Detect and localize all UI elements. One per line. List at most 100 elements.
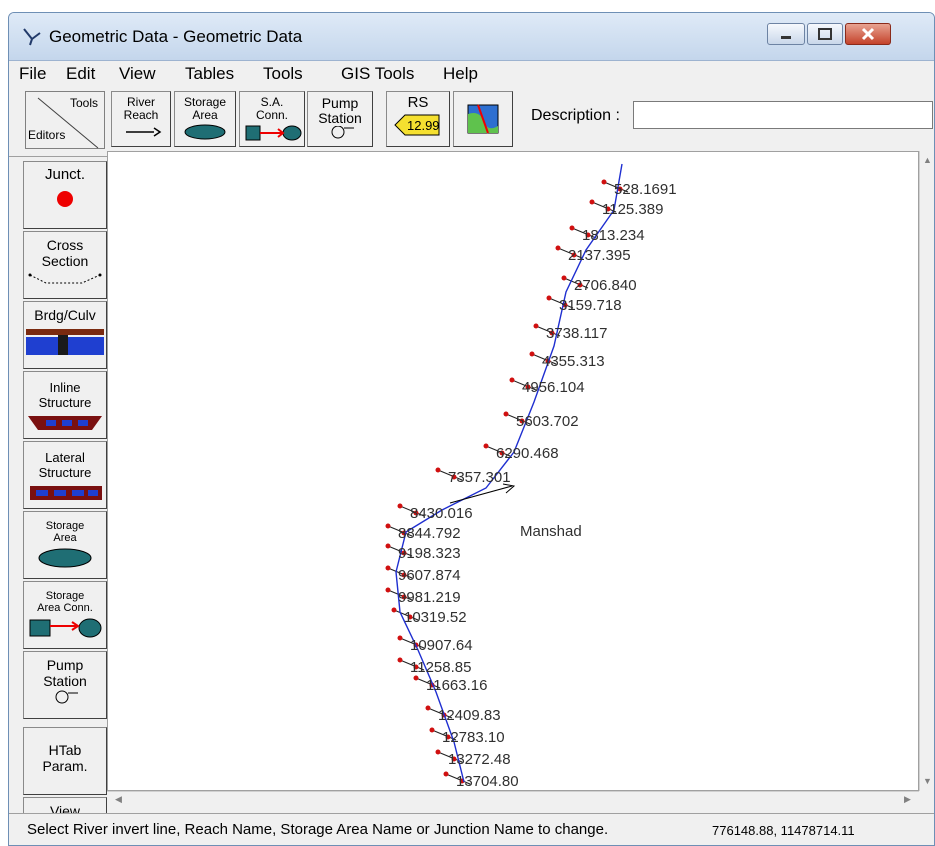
sa-conn-button[interactable]: S.A. Conn. <box>239 91 305 147</box>
cross-section-label[interactable]: 10907.64 <box>410 637 473 654</box>
cross-section-label[interactable]: 8844.792 <box>398 525 461 542</box>
minimize-button[interactable] <box>767 23 805 45</box>
rs-label: RS <box>407 94 429 111</box>
storage-area-conn-button[interactable]: Storage Area Conn. <box>23 581 107 649</box>
flow-direction-arrow <box>449 485 513 504</box>
cross-section-label[interactable]: 10319.52 <box>404 609 467 626</box>
cross-section-label[interactable]: 2137.395 <box>568 247 631 264</box>
bridge-culvert-button[interactable]: Brdg/Culv <box>23 301 107 369</box>
cross-section-label[interactable]: 9607.874 <box>398 567 461 584</box>
menu-tables[interactable]: Tables <box>185 64 234 84</box>
bank-station-point <box>413 675 419 681</box>
vertical-scrollbar[interactable]: ▲ ▼ <box>919 151 934 791</box>
menu-file[interactable]: File <box>19 64 46 84</box>
cross-section-label[interactable]: 11663.16 <box>426 677 487 694</box>
cross-section-label[interactable]: 7357.301 <box>448 469 511 486</box>
storage-area-side-button[interactable]: Storage Area <box>23 511 107 579</box>
description-input[interactable] <box>633 101 933 129</box>
bank-station-point <box>443 771 449 777</box>
background-map-button[interactable] <box>453 91 513 147</box>
status-message: Select River invert line, Reach Name, St… <box>27 821 609 838</box>
scroll-left-icon[interactable]: ◀ <box>111 792 126 807</box>
bridge-culvert-label: Brdg/Culv <box>34 307 96 323</box>
cross-section-label[interactable]: 12409.83 <box>438 707 501 724</box>
bank-station-point <box>529 351 535 357</box>
geometric-data-window: Geometric Data - Geometric Data File Edi… <box>8 12 935 846</box>
arrow-right-icon <box>126 127 162 137</box>
bank-station-point <box>483 443 489 449</box>
river-reach-button[interactable]: River Reach <box>111 91 171 147</box>
cross-section-label[interactable]: 4355.313 <box>542 353 605 370</box>
tools-editors-toggle[interactable]: Tools Editors <box>25 91 105 149</box>
cross-section-label[interactable]: 4956.104 <box>522 379 585 396</box>
cross-section-label[interactable]: 528.1691 <box>614 181 677 198</box>
menu-view[interactable]: View <box>119 64 156 84</box>
storage-area-icon <box>184 124 226 140</box>
cross-section-label[interactable]: 13272.48 <box>448 751 511 768</box>
bank-station-point <box>569 225 575 231</box>
cross-section-label[interactable]: 1813.234 <box>582 227 645 244</box>
cross-section-label[interactable]: 3738.117 <box>546 325 607 342</box>
cross-section-label[interactable]: 12783.10 <box>442 729 505 746</box>
cross-section-label[interactable]: 13704.80 <box>456 773 519 790</box>
pump-icon <box>331 125 354 139</box>
description-label: Description : <box>531 107 620 124</box>
sa-conn-label: S.A. Conn. <box>255 95 289 122</box>
bank-station-point <box>533 323 539 329</box>
cross-section-label[interactable]: 6290.468 <box>496 445 559 462</box>
cross-section-label[interactable]: 9198.323 <box>398 545 461 562</box>
window-title: Geometric Data - Geometric Data <box>49 27 303 46</box>
junction-button[interactable]: Junct. <box>23 161 107 229</box>
menu-help[interactable]: Help <box>443 64 478 84</box>
bank-station-point <box>509 377 515 383</box>
cross-section-label[interactable]: 2706.840 <box>574 277 637 294</box>
horizontal-scrollbar[interactable]: ◀ ▶ <box>107 791 919 808</box>
cross-section-icon <box>28 273 102 284</box>
bank-station-point <box>589 199 595 205</box>
cross-section-label[interactable]: 1125.389 <box>602 201 663 218</box>
maximize-button[interactable] <box>807 23 843 45</box>
cross-section-label: Cross Section <box>41 237 89 269</box>
app-icon <box>23 28 41 46</box>
junction-icon <box>57 191 73 207</box>
menu-gis-tools[interactable]: GIS Tools <box>341 64 414 84</box>
bank-station-point <box>385 565 391 571</box>
bank-station-point <box>435 467 441 473</box>
pump-station-side-button[interactable]: Pump Station <box>23 651 107 719</box>
pump-station-button[interactable]: Pump Station <box>307 91 373 147</box>
reach-name-label[interactable]: Manshad <box>520 523 582 540</box>
cross-section-label[interactable]: 8430.016 <box>410 505 473 522</box>
inline-structure-button[interactable]: Inline Structure <box>23 371 107 439</box>
pump-station-label: Pump Station <box>318 95 362 126</box>
menu-edit[interactable]: Edit <box>66 64 95 84</box>
scroll-up-icon[interactable]: ▲ <box>920 153 934 168</box>
rs-button[interactable]: RS 12.99 <box>386 91 450 147</box>
bank-station-point <box>385 587 391 593</box>
cross-section-label[interactable]: 9981.219 <box>398 589 461 606</box>
inline-structure-icon <box>28 416 102 430</box>
geometry-map-canvas[interactable]: 528.1691 1125.389 1813.234 2137.395 2706.840… <box>107 151 919 791</box>
junction-label: Junct. <box>44 166 86 183</box>
htab-param-label: HTab Param. <box>42 742 88 774</box>
cross-section-button[interactable]: Cross Section <box>23 231 107 299</box>
storage-area-side-label: Storage Area <box>45 520 85 544</box>
lateral-structure-button[interactable]: Lateral Structure <box>23 441 107 509</box>
bank-station-point <box>435 749 441 755</box>
storage-connection-icon <box>245 125 302 141</box>
scroll-right-icon[interactable]: ▶ <box>900 792 915 807</box>
cross-section-label[interactable]: 5603.702 <box>516 413 579 430</box>
scroll-down-icon[interactable]: ▼ <box>920 774 934 789</box>
close-button[interactable] <box>845 23 891 45</box>
cross-section-label[interactable]: 3159.718 <box>559 297 622 314</box>
inline-structure-label: Inline Structure <box>38 380 92 410</box>
bank-station-point <box>385 543 391 549</box>
storage-area-button[interactable]: Storage Area <box>174 91 236 147</box>
menu-tools[interactable]: Tools <box>263 64 303 84</box>
bank-station-point <box>391 607 397 613</box>
htab-param-button[interactable]: HTab Param. <box>23 727 107 795</box>
river-schematic[interactable]: 528.1691 1125.389 1813.234 2137.395 2706.840… <box>108 152 918 790</box>
river-reach-label: River Reach <box>123 95 159 122</box>
cross-section-label[interactable]: 11258.85 <box>410 659 471 676</box>
bank-station-point <box>429 727 435 733</box>
storage-area-icon <box>38 548 92 568</box>
